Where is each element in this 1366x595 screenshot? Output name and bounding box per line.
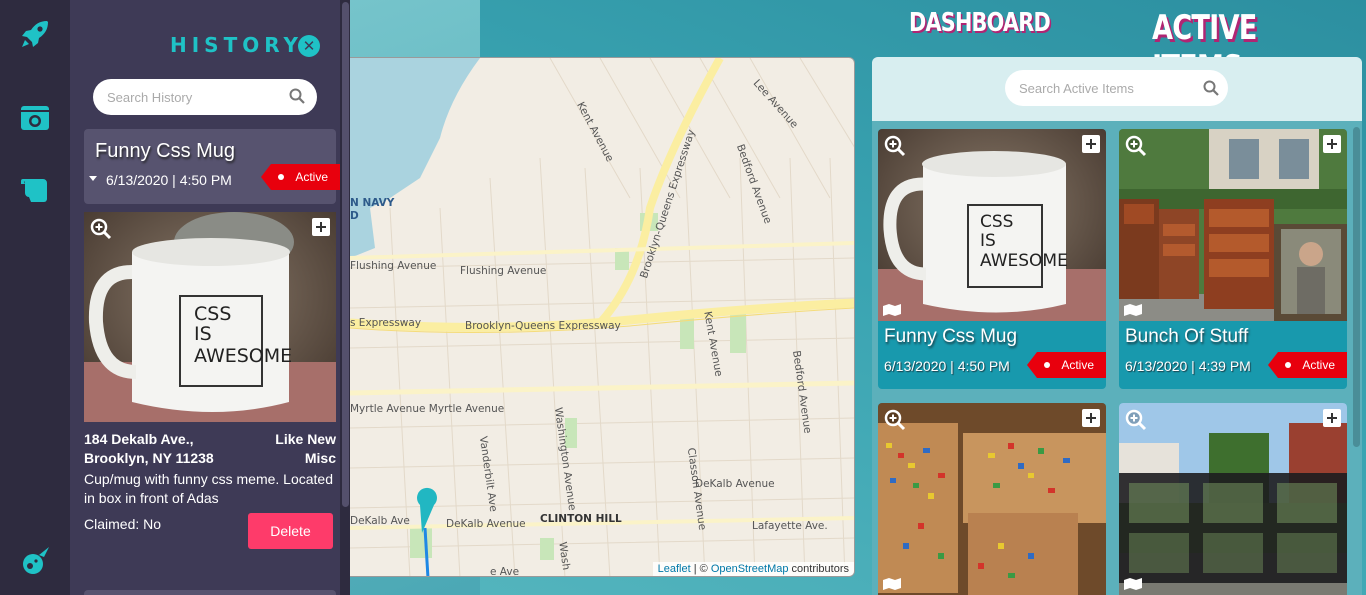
dot-icon [1285, 362, 1292, 368]
nav-rail [0, 0, 70, 595]
mug-text-line2: IS [194, 323, 212, 345]
status-badge: Active [1268, 352, 1347, 378]
item-card[interactable]: CSS IS AWESOME Funny Css Mug 6/13/2020 |… [878, 129, 1106, 389]
zoom-icon[interactable] [884, 135, 906, 157]
history-panel: HISTORY ✕ Funny Css Mug 6/13/2020 | 4:50… [70, 0, 350, 595]
dot-icon [278, 174, 285, 180]
map-attribution: Leaflet | © OpenStreetMap contributors [652, 562, 854, 576]
mug-text-line1: CSS [194, 303, 231, 325]
address-line1: 184 Dekalb Ave., [84, 431, 194, 447]
map-label: e Ave [490, 566, 520, 577]
status-badge-label: Active [1302, 358, 1335, 372]
dashboard-link[interactable]: DASHBOARD [909, 8, 1051, 38]
map-icon[interactable] [883, 304, 901, 316]
map-icon[interactable] [1124, 578, 1142, 590]
active-items-scrollbar[interactable] [1353, 127, 1360, 447]
map-label: Myrtle Avenue Myrtle Avenue [350, 403, 505, 415]
active-items-panel: CSS IS AWESOME Funny Css Mug 6/13/2020 |… [872, 57, 1362, 595]
address-line2: Brooklyn, NY 11238 [84, 450, 214, 466]
history-title: HISTORY [170, 33, 304, 57]
add-icon[interactable] [1082, 135, 1100, 153]
camera-window-icon[interactable] [19, 102, 51, 134]
history-search-input[interactable] [93, 79, 317, 115]
item-image [878, 403, 1106, 595]
map-view[interactable]: Kent Avenue Lee Avenue Bedford Avenue Br… [350, 57, 855, 577]
rocket-icon[interactable] [19, 18, 51, 50]
map-label: Flushing Avenue [350, 260, 437, 272]
search-icon[interactable] [1203, 80, 1219, 96]
attribution-tail: contributors [788, 563, 849, 575]
caret-down-icon[interactable] [89, 176, 97, 181]
scroll-icon[interactable] [19, 173, 51, 205]
map-label: s Expressway [350, 317, 422, 329]
status-badge: Active [1027, 352, 1106, 378]
map-label: Flushing Avenue [460, 265, 547, 277]
zoom-icon[interactable] [1125, 409, 1147, 431]
item-description: Cup/mug with funny css meme. Located in … [84, 471, 334, 506]
item-card[interactable] [1119, 403, 1347, 595]
history-item-date: 6/13/2020 | 4:50 PM [106, 172, 232, 188]
item-date: 6/13/2020 | 4:50 PM [884, 358, 1010, 374]
add-icon[interactable] [1323, 409, 1341, 427]
item-meta: Like New Misc [275, 430, 336, 468]
active-items-toolbar [872, 57, 1362, 121]
item-card[interactable] [878, 403, 1106, 595]
item-image: CSS IS AWESOME [878, 129, 1106, 321]
history-item-image: CSS IS AWESOME [84, 212, 336, 422]
status-badge-label: Active [1061, 358, 1094, 372]
mug-text-line3: AWESOME [194, 345, 292, 367]
map-icon[interactable] [883, 578, 901, 590]
map-label: Lafayette Ave. [752, 520, 828, 532]
search-icon[interactable] [289, 88, 305, 104]
item-category: Misc [304, 450, 336, 466]
mug-text-line1: CSS [980, 212, 1013, 232]
active-search-input[interactable] [1005, 70, 1228, 106]
osm-link[interactable]: OpenStreetMap [711, 563, 789, 575]
leaflet-link[interactable]: Leaflet [658, 563, 691, 575]
add-icon[interactable] [1323, 135, 1341, 153]
item-card[interactable]: Bunch Of Stuff 6/13/2020 | 4:39 PM Activ… [1119, 129, 1347, 389]
dot-icon [1044, 362, 1051, 368]
zoom-icon[interactable] [884, 409, 906, 431]
item-address: 184 Dekalb Ave., Brooklyn, NY 11238 [84, 430, 254, 468]
item-condition: Like New [275, 431, 336, 447]
comet-icon[interactable] [19, 545, 51, 577]
map-label: DeKalb Avenue [446, 518, 526, 530]
add-icon[interactable] [312, 218, 330, 236]
delete-button[interactable]: Delete [248, 513, 333, 549]
close-icon[interactable]: ✕ [298, 35, 320, 57]
map-label: CLINTON HILL [540, 513, 622, 525]
zoom-icon[interactable] [90, 218, 112, 240]
history-scroll-thumb[interactable] [342, 2, 349, 507]
item-title: Funny Css Mug [884, 326, 1018, 347]
map-label: DeKalb Avenue [695, 478, 775, 490]
history-item-next[interactable] [84, 590, 336, 595]
history-item-header[interactable]: Funny Css Mug 6/13/2020 | 4:50 PM Active [84, 129, 340, 204]
history-item-title: Funny Css Mug [95, 140, 236, 162]
claimed-status: Claimed: No [84, 516, 162, 532]
status-badge: Active [261, 164, 340, 190]
add-icon[interactable] [1082, 409, 1100, 427]
item-image [1119, 129, 1347, 321]
attribution-separator: | © [690, 563, 711, 575]
item-date: 6/13/2020 | 4:39 PM [1125, 358, 1251, 374]
item-title: Bunch Of Stuff [1125, 326, 1249, 347]
map-label: Brooklyn-Queens Expressway [465, 320, 621, 332]
item-image [1119, 403, 1347, 595]
map-label: D [350, 210, 359, 222]
map-label: N NAVY [350, 197, 395, 209]
map-icon[interactable] [1124, 304, 1142, 316]
zoom-icon[interactable] [1125, 135, 1147, 157]
map-label: DeKalb Ave [350, 515, 410, 527]
mug-text-line2: IS [980, 231, 996, 251]
status-badge-label: Active [295, 170, 328, 184]
mug-text-line3: AWESOME [980, 251, 1068, 271]
